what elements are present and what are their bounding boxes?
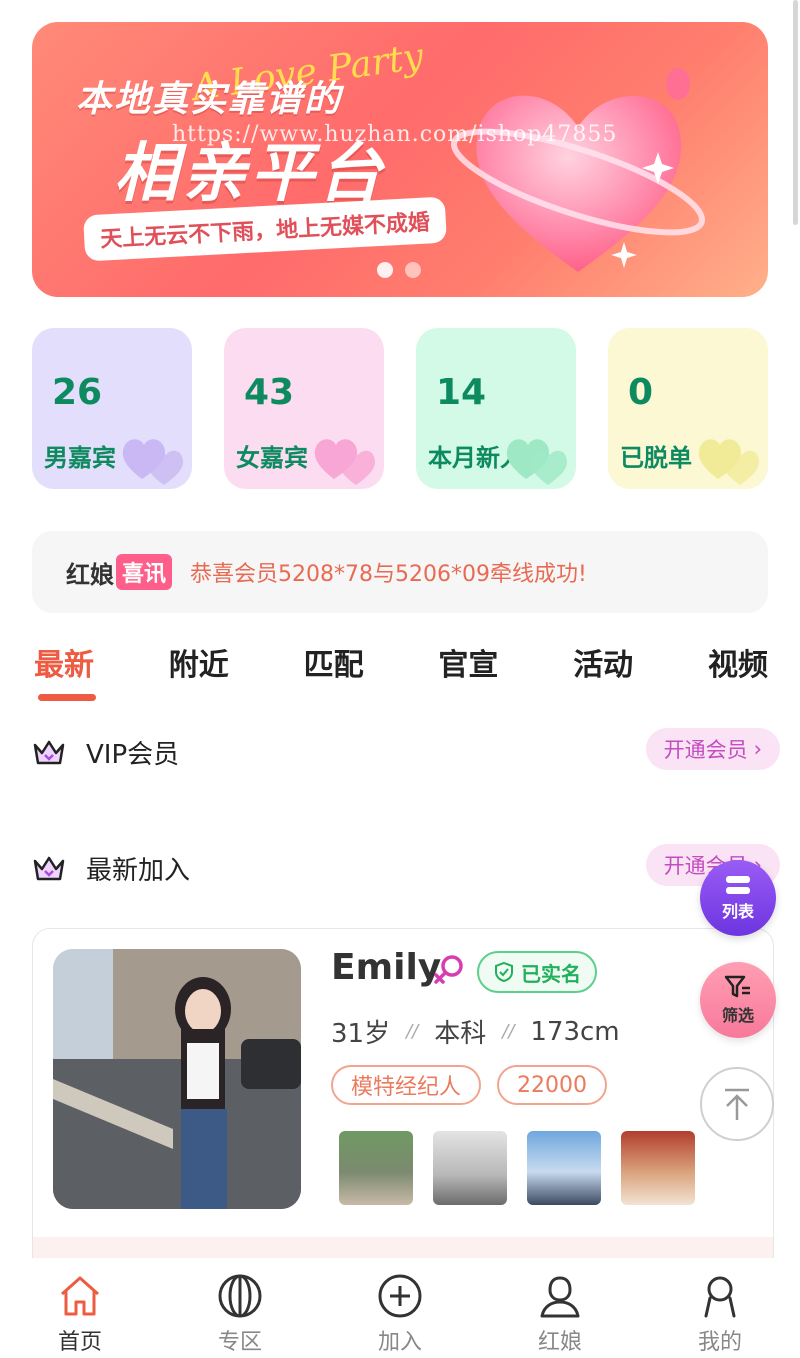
hearts-icon [122,439,184,485]
profile-age: 31岁 [331,1019,391,1049]
category-tabs: 最新 附近 匹配 官宣 活动 视频 [34,640,768,701]
crown-icon [33,740,65,765]
stat-label: 女嘉宾 [236,444,308,472]
back-to-top-button[interactable] [700,1067,774,1141]
nav-matchmaker[interactable]: 红娘 [480,1258,640,1358]
list-icon [726,876,750,894]
promo-banner[interactable]: A Love Party 本地真实靠谱的 相亲平台 https://www.hu… [32,22,768,297]
stat-label: 男嘉宾 [44,444,116,472]
profile-education: 本科 [434,1019,487,1049]
newest-section-header: 最新加入 开通会员 › [32,844,780,892]
ticker-brand-tag: 喜讯 [116,554,173,590]
banner-watermark: https://www.huzhan.com/ishop47855 [172,122,618,147]
news-ticker[interactable]: 红娘 喜讯 恭喜会员5208*78与5206*09牵线成功! [32,531,768,613]
heart-planet-graphic [450,68,706,272]
stat-value: 0 [628,372,654,413]
profile-name: Emily [331,947,442,988]
scrollbar[interactable] [793,0,798,225]
filter-icon [724,975,750,998]
stat-card-female-guests[interactable]: 43 女嘉宾 [224,328,384,489]
stats-row: 26 男嘉宾 43 女嘉宾 14 本月新人 0 已脱单 [32,328,768,489]
nav-join[interactable]: 加入 [320,1258,480,1358]
stat-card-matched[interactable]: 0 已脱单 [608,328,768,489]
separator: // [502,1021,515,1042]
nav-home-label: 首页 [57,1330,102,1355]
ticker-brand: 红娘 [66,560,114,589]
home-icon [61,1276,99,1316]
filter-label: 筛选 [721,1006,754,1025]
pagination-dot[interactable] [405,262,421,278]
profile-meta: 31岁 // 本科 // 173cm [331,1013,620,1050]
add-icon [378,1274,422,1318]
stat-value: 14 [436,372,487,413]
thumbnail-photo[interactable] [621,1131,695,1205]
nav-me[interactable]: 我的 [640,1258,800,1358]
newest-section-title: 最新加入 [86,855,191,886]
hearts-icon [698,439,760,485]
shield-check-icon [495,961,513,983]
thumbnail-photo[interactable] [339,1131,413,1205]
verified-label: 已实名 [521,961,581,986]
ticker-message: 恭喜会员5208*78与5206*09牵线成功! [190,562,587,587]
matchmaker-icon [540,1276,580,1318]
list-view-label: 列表 [721,902,754,921]
arrow-up-icon [725,1088,749,1120]
app-page: A Love Party 本地真实靠谱的 相亲平台 https://www.hu… [0,0,800,1358]
nav-me-label: 我的 [697,1330,742,1355]
vip-section-title: VIP会员 [86,739,180,770]
profile-card[interactable]: Emily 已实名 31岁 // 本科 // 173cm 模特经纪人 22000 [32,928,774,1288]
stat-card-new-this-month[interactable]: 14 本月新人 [416,328,576,489]
banner-headline: 本地真实靠谱的 [76,79,343,120]
tab-announcement[interactable]: 官宣 [438,640,498,700]
nav-matchmaker-label: 红娘 [537,1330,582,1355]
crown-icon [33,856,65,881]
tab-events[interactable]: 活动 [573,640,633,700]
pagination-dot-active[interactable] [377,262,393,278]
open-membership-label: 开通会员 [663,738,748,762]
profile-photo-illustration [53,949,301,1209]
stat-value: 43 [244,372,295,413]
tab-videos[interactable]: 视频 [708,640,768,700]
tab-match[interactable]: 匹配 [304,640,364,700]
thumbnail-photo[interactable] [433,1131,507,1205]
user-icon [704,1276,736,1318]
profile-tag-occupation: 模特经纪人 [331,1065,482,1105]
filter-button[interactable]: 筛选 [700,962,776,1038]
chevron-right-icon: › [753,737,762,761]
verified-badge: 已实名 [477,951,597,993]
bottom-navigation: 首页 专区 加入 红娘 我的 [0,1258,800,1358]
separator: // [406,1021,419,1042]
profile-photo[interactable] [53,949,301,1209]
nav-home[interactable]: 首页 [0,1258,160,1358]
nav-zone[interactable]: 专区 [160,1258,320,1358]
tab-latest[interactable]: 最新 [34,640,96,701]
banner-pagination [377,262,421,278]
thumbnail-photo[interactable] [527,1131,601,1205]
hearts-icon [506,439,568,485]
profile-tags: 模特经纪人 22000 [331,1065,608,1105]
open-membership-button[interactable]: 开通会员 › [645,728,780,770]
stat-card-male-guests[interactable]: 26 男嘉宾 [32,328,192,489]
zone-icon [218,1274,262,1318]
hearts-icon [314,439,376,485]
nav-zone-label: 专区 [217,1330,262,1355]
stat-label: 已脱单 [620,444,692,472]
female-icon [434,955,463,984]
stat-value: 26 [52,372,103,413]
profile-thumbnails [339,1131,695,1205]
profile-height: 173cm [530,1016,620,1047]
vip-section-header: VIP会员 开通会员 › [32,728,780,776]
list-view-button[interactable]: 列表 [700,860,776,936]
nav-join-label: 加入 [377,1330,422,1355]
profile-tag-income: 22000 [497,1065,608,1105]
tab-nearby[interactable]: 附近 [169,640,229,700]
